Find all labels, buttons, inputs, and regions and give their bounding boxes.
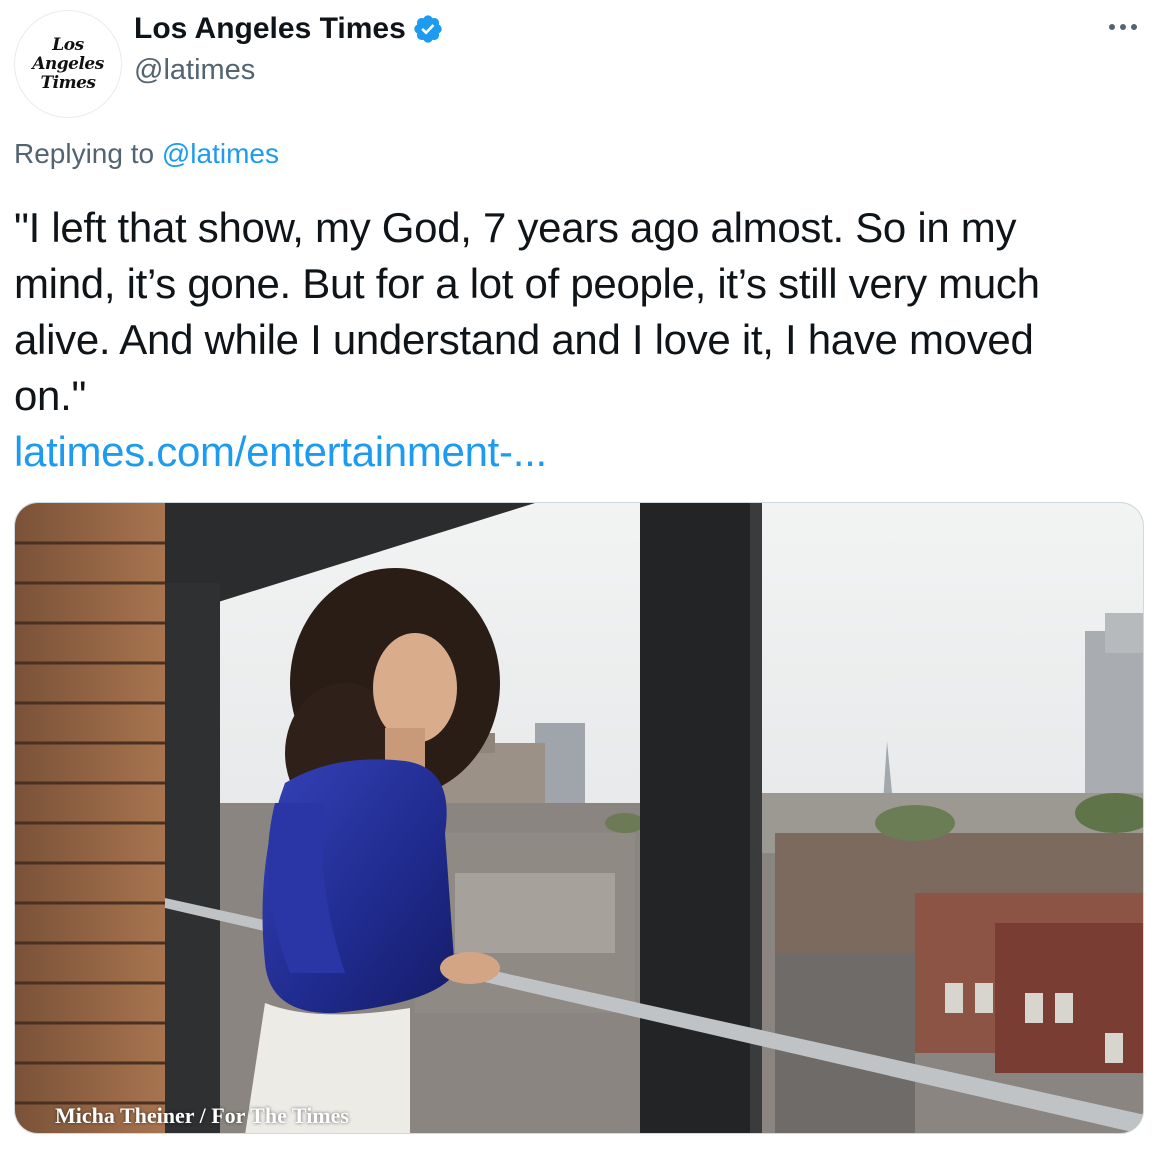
handle[interactable]: @latimes	[134, 54, 255, 87]
more-horizontal-icon[interactable]	[1100, 12, 1146, 42]
tweet: Los Angeles Times Los Angeles Times @lat…	[0, 0, 1160, 1164]
photo-credit: Micha Theiner / For The Times	[55, 1103, 349, 1128]
verified-badge-icon	[412, 13, 444, 45]
photo-illustration	[15, 503, 1143, 1133]
replying-to: Replying to @latimes	[14, 138, 279, 170]
replying-to-prefix: Replying to	[14, 138, 155, 169]
tweet-photo[interactable]: Micha Theiner / For The Times	[14, 502, 1144, 1134]
avatar-logo-text: Los Angeles Times	[32, 34, 104, 93]
display-name[interactable]: Los Angeles Times	[134, 12, 444, 46]
display-name-text: Los Angeles Times	[134, 12, 406, 45]
avatar[interactable]: Los Angeles Times	[14, 10, 122, 118]
tweet-text: "I left that show, my God, 7 years ago a…	[14, 204, 1040, 419]
tweet-link[interactable]: latimes.com/entertainment-...	[14, 424, 547, 480]
replying-to-link[interactable]: @latimes	[162, 138, 279, 169]
